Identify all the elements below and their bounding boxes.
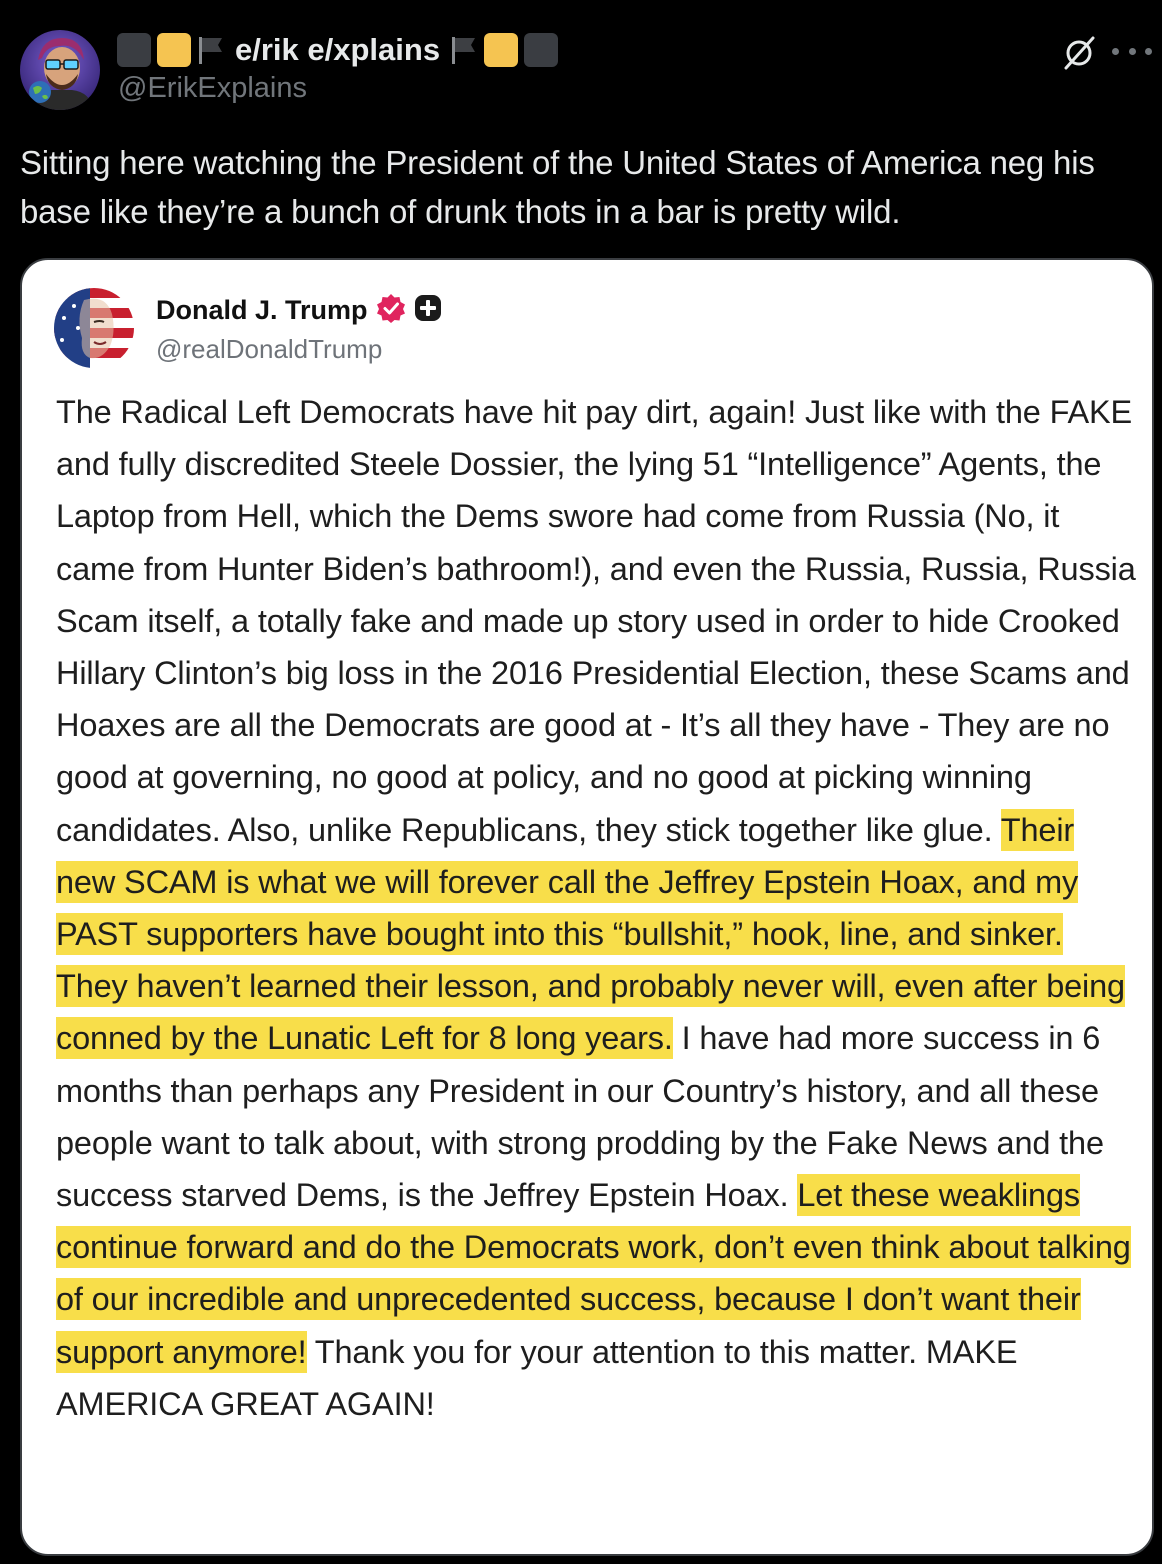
flag-icon <box>450 35 478 65</box>
grok-icon[interactable] <box>1060 34 1098 72</box>
more-options-icon[interactable] <box>1112 36 1152 66</box>
more-dot <box>1128 47 1136 55</box>
post-text-segment: The Radical Left Democrats have hit pay … <box>56 394 1136 848</box>
plus-badge-icon <box>414 294 442 327</box>
embedded-post-card[interactable]: Donald J. Trump @realDonaldTrump The Rad… <box>20 258 1154 1556</box>
verified-badge-icon <box>376 293 406 328</box>
embedded-post-display-name: Donald J. Trump <box>156 294 368 325</box>
embedded-post-handle: @realDonaldTrump <box>156 334 383 364</box>
embedded-post-name-row: Donald J. Trump <box>156 290 442 330</box>
author-display-name[interactable]: e/rik e/xplains <box>235 32 440 68</box>
embedded-post-avatar <box>54 288 134 368</box>
author-handle[interactable]: @ErikExplains <box>118 72 307 105</box>
author-avatar[interactable] <box>20 30 100 110</box>
embedded-post-body: The Radical Left Democrats have hit pay … <box>56 386 1136 1430</box>
more-dot <box>1112 47 1119 55</box>
flag-icon <box>197 35 225 65</box>
tweet-text: Sitting here watching the President of t… <box>20 144 1095 230</box>
author-name-row[interactable]: e/rik e/xplains <box>117 30 559 70</box>
more-dot <box>1145 47 1152 55</box>
black-square-emoji-icon <box>524 33 559 67</box>
yellow-square-emoji-icon <box>484 33 519 67</box>
yellow-square-emoji-icon <box>157 33 191 67</box>
black-square-emoji-icon <box>117 33 151 67</box>
